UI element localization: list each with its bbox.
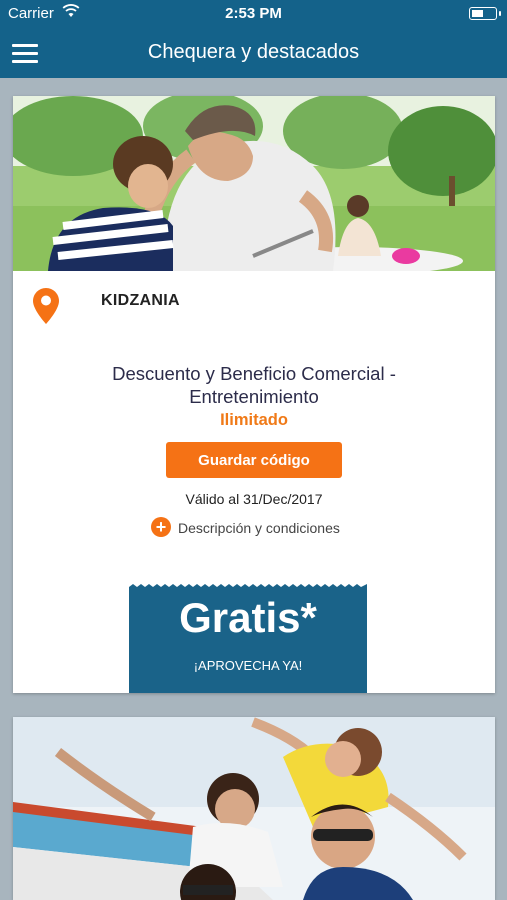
clock: 2:53 PM bbox=[225, 5, 282, 22]
location-pin-icon bbox=[33, 288, 59, 324]
benefit-title: Descuento y Beneficio Comercial - Entret… bbox=[112, 363, 396, 407]
description-conditions-label: Descripción y condiciones bbox=[178, 520, 340, 536]
offer-photo-2 bbox=[13, 717, 495, 900]
page-title: Chequera y destacados bbox=[147, 41, 360, 63]
nav-bar: Chequera y destacados bbox=[0, 28, 507, 78]
offer-card-2[interactable] bbox=[13, 717, 495, 900]
status-bar: Carrier 2:53 PM bbox=[0, 0, 507, 28]
plus-circle-icon: + bbox=[151, 517, 171, 537]
save-code-button[interactable]: Guardar código bbox=[166, 442, 342, 478]
offer-photo bbox=[13, 96, 495, 271]
promo-title: Gratis* bbox=[179, 594, 317, 641]
limit-label: Ilimitado bbox=[220, 411, 288, 429]
promo-subtitle: ¡APROVECHA YA! bbox=[193, 658, 303, 673]
offer-card[interactable]: KIDZANIA Descuento y Beneficio Comercial… bbox=[13, 96, 495, 693]
brand-name: KIDZANIA bbox=[101, 292, 180, 309]
promo-ticket: Gratis* ¡APROVECHA YA! bbox=[129, 584, 367, 693]
validity-date: Válido al 31/Dec/2017 bbox=[185, 491, 323, 507]
battery-icon bbox=[469, 7, 501, 20]
